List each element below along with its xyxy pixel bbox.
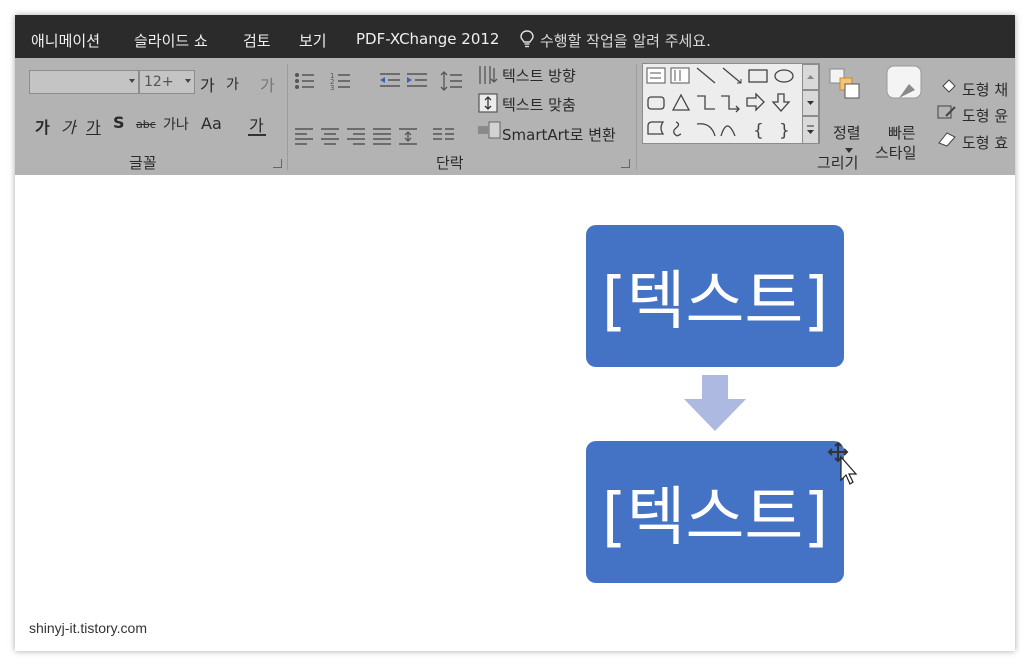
paragraph-dialog-launcher-icon[interactable] xyxy=(621,159,630,168)
numbering-icon[interactable]: 123 xyxy=(330,70,356,92)
bold-button[interactable]: 가 xyxy=(35,114,50,138)
shape-effects-icon xyxy=(938,132,956,147)
smartart-box-2[interactable]: [텍스트] xyxy=(586,441,844,583)
quick-styles-button[interactable]: 빠른 xyxy=(888,122,916,143)
align-text-icon xyxy=(478,93,498,113)
shape-outline-icon xyxy=(937,105,956,119)
paragraph-group-label: 단락 xyxy=(436,154,464,172)
text-direction-button[interactable]: 텍스트 방향 xyxy=(502,65,576,86)
font-size-combo[interactable]: 12+ xyxy=(139,70,195,94)
font-size-value: 12+ xyxy=(144,74,174,90)
lightbulb-icon xyxy=(520,30,534,48)
tab-pdf-xchange[interactable]: PDF-XChange 2012 xyxy=(356,30,499,48)
powerpoint-window: 애니메이션 슬라이드 쇼 검토 보기 PDF-XChange 2012 수행할 … xyxy=(15,15,1015,651)
shape-effects-button[interactable]: 도형 효 xyxy=(962,132,1008,153)
clear-format-button[interactable]: 가 xyxy=(260,72,275,96)
quick-styles-button-line2[interactable]: 스타일 xyxy=(875,142,916,163)
drawing-group-label: 그리기 xyxy=(817,154,859,172)
gallery-more-button[interactable] xyxy=(802,116,819,144)
grow-font-button[interactable]: 가 xyxy=(200,72,215,96)
group-divider xyxy=(287,64,288,170)
distributed-icon[interactable] xyxy=(398,126,418,146)
shape-fill-button[interactable]: 도형 채 xyxy=(962,79,1008,100)
font-name-combo[interactable] xyxy=(29,70,139,94)
arrange-button[interactable]: 정렬 xyxy=(833,122,861,143)
tell-me-search[interactable]: 수행할 작업을 알려 주세요. xyxy=(540,30,711,51)
ribbon-tab-bar: 애니메이션 슬라이드 쇼 검토 보기 PDF-XChange 2012 수행할 … xyxy=(15,15,1015,58)
line-spacing-icon[interactable] xyxy=(440,70,466,92)
align-right-icon[interactable] xyxy=(346,126,366,146)
align-center-icon[interactable] xyxy=(320,126,340,146)
increase-indent-icon[interactable] xyxy=(405,70,429,92)
character-spacing-button[interactable]: 가나 xyxy=(163,114,189,134)
change-case-button[interactable]: Aa xyxy=(201,114,222,133)
svg-text:{: { xyxy=(753,121,764,141)
slide-canvas[interactable]: [텍스트] [텍스트] shinyj-it.tistory.com xyxy=(15,175,1015,651)
tab-slideshow[interactable]: 슬라이드 쇼 xyxy=(134,30,208,51)
font-color-bar xyxy=(248,134,266,136)
strikethrough-button[interactable]: abc xyxy=(136,118,156,131)
underline-button[interactable]: 가 xyxy=(86,114,101,138)
svg-text:}: } xyxy=(779,121,790,141)
text-direction-icon xyxy=(479,66,498,84)
font-color-button[interactable]: 가 xyxy=(249,112,264,136)
gallery-scroll-down-button[interactable] xyxy=(802,90,819,116)
align-text-button[interactable]: 텍스트 맞춤 xyxy=(502,94,576,115)
tab-animations[interactable]: 애니메이션 xyxy=(31,30,100,51)
svg-text:3: 3 xyxy=(330,84,334,92)
shape-fill-icon xyxy=(942,79,956,93)
bullets-icon[interactable] xyxy=(294,70,320,92)
font-group-label: 글꼴 xyxy=(129,154,157,172)
watermark-text: shinyj-it.tistory.com xyxy=(29,620,147,636)
smartart-icon xyxy=(478,121,501,139)
tab-review[interactable]: 검토 xyxy=(243,30,271,51)
group-divider xyxy=(636,64,637,170)
font-dialog-launcher-icon[interactable] xyxy=(273,159,282,168)
quick-styles-icon xyxy=(886,65,922,99)
gallery-scroll-up-button[interactable] xyxy=(802,64,819,90)
smartart-box-1[interactable]: [텍스트] xyxy=(586,225,844,367)
align-left-icon[interactable] xyxy=(294,126,314,146)
down-arrow-icon xyxy=(684,375,746,431)
arrange-icon xyxy=(829,68,860,99)
columns-icon[interactable] xyxy=(432,126,456,146)
move-cursor-icon xyxy=(827,441,858,485)
ribbon-home: 12+ 가 가 가 가 가 가 S abc 가나 Aa 가 글꼴 123 텍스트… xyxy=(15,58,1015,175)
shrink-font-button[interactable]: 가 xyxy=(226,74,239,94)
shape-thumbnails: { } xyxy=(646,67,794,141)
shapes-gallery[interactable]: { } xyxy=(642,63,820,144)
text-shadow-button[interactable]: S xyxy=(113,113,125,132)
shape-outline-button[interactable]: 도형 윤 xyxy=(962,105,1008,126)
justify-icon[interactable] xyxy=(372,126,392,146)
decrease-indent-icon[interactable] xyxy=(378,70,402,92)
tab-view[interactable]: 보기 xyxy=(299,30,327,51)
italic-button[interactable]: 가 xyxy=(61,114,76,138)
convert-to-smartart-button[interactable]: SmartArt로 변환 xyxy=(502,124,616,145)
